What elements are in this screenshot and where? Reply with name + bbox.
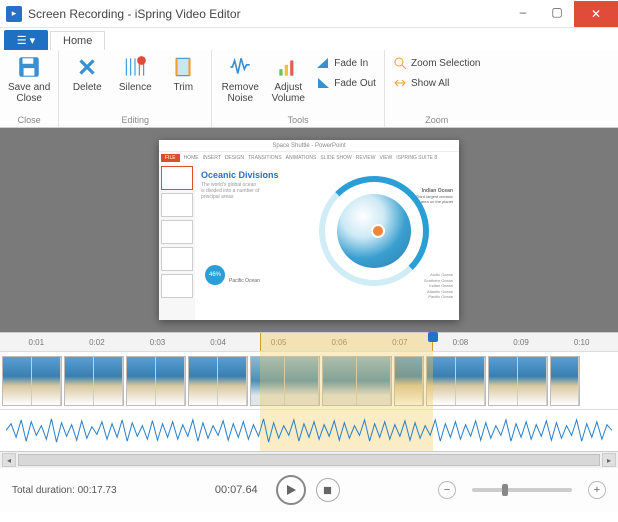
video-clip[interactable] <box>322 356 392 406</box>
group-label-editing: Editing <box>122 115 150 125</box>
video-track[interactable] <box>0 352 618 410</box>
ribbon-group-editing: Delete Silence Trim Editing <box>59 50 212 127</box>
tab-bar: ☰ ▾ Home <box>0 28 618 50</box>
video-clip[interactable] <box>394 356 424 406</box>
minimize-button[interactable]: – <box>506 1 540 23</box>
map-pin-icon <box>371 224 385 238</box>
delete-icon <box>74 54 100 80</box>
app-icon: ▸ <box>6 6 22 22</box>
silence-button[interactable]: Silence <box>115 54 155 93</box>
scroll-right-button[interactable]: ▸ <box>602 453 616 467</box>
ppt-title-bar: Space Shuttle - PowerPoint <box>159 140 459 152</box>
delete-button[interactable]: Delete <box>67 54 107 93</box>
ppt-slide: Oceanic Divisions The world's global oce… <box>195 164 459 320</box>
video-clip[interactable] <box>2 356 62 406</box>
zoom-selection-button[interactable]: Zoom Selection <box>393 54 480 72</box>
time-ruler[interactable]: 0:01 0:02 0:03 0:04 0:05 0:06 0:07 0:08 … <box>0 332 618 352</box>
ribbon-group-zoom: Zoom Selection Show All Zoom <box>385 50 488 127</box>
pacific-label: Pacific Ocean <box>229 278 260 284</box>
ppt-thumbnail-panel <box>159 164 195 320</box>
zoom-slider-thumb[interactable] <box>502 484 508 496</box>
show-all-icon <box>393 76 407 90</box>
title-bar: ▸ Screen Recording - iSpring Video Edito… <box>0 0 618 28</box>
zoom-in-button[interactable]: + <box>588 481 606 499</box>
scroll-left-button[interactable]: ◂ <box>2 453 16 467</box>
zoom-selection-icon <box>393 56 407 70</box>
zoom-out-button[interactable]: − <box>438 481 456 499</box>
trim-button[interactable]: Trim <box>163 54 203 93</box>
video-clip[interactable] <box>64 356 124 406</box>
maximize-button[interactable]: ▢ <box>540 1 574 23</box>
video-clip[interactable] <box>488 356 548 406</box>
ppt-thumb <box>161 274 193 298</box>
scroll-track[interactable] <box>18 454 600 466</box>
fade-in-icon <box>316 56 330 70</box>
volume-icon <box>275 54 301 80</box>
ppt-ribbon: FILE HOME INSERT DESIGN TRANSITIONS ANIM… <box>159 152 459 164</box>
ppt-thumb <box>161 166 193 190</box>
ppt-thumb <box>161 220 193 244</box>
timeline-selection[interactable] <box>260 333 433 351</box>
group-label-tools: Tools <box>288 115 309 125</box>
close-button[interactable]: ✕ <box>574 1 618 27</box>
show-all-button[interactable]: Show All <box>393 74 480 92</box>
window-title: Screen Recording - iSpring Video Editor <box>28 7 241 21</box>
play-button[interactable] <box>276 475 306 505</box>
stop-button[interactable] <box>316 478 340 502</box>
silence-icon <box>122 54 148 80</box>
video-clip[interactable] <box>426 356 486 406</box>
remove-noise-button[interactable]: Remove Noise <box>220 54 260 104</box>
ppt-thumb <box>161 247 193 271</box>
ribbon: Save and Close Close Delete Silence Trim… <box>0 50 618 128</box>
preview-area: Space Shuttle - PowerPoint FILE HOME INS… <box>0 128 618 332</box>
trim-icon <box>170 54 196 80</box>
noise-icon <box>227 54 253 80</box>
indian-label: Indian Ocean Third largest oceanic area … <box>413 188 453 204</box>
audio-waveform <box>6 414 612 447</box>
adjust-volume-button[interactable]: Adjust Volume <box>268 54 308 104</box>
video-clip[interactable] <box>188 356 248 406</box>
horizontal-scrollbar[interactable]: ◂ ▸ <box>0 452 618 468</box>
video-clip[interactable] <box>550 356 580 406</box>
slide-legend: Arctic Ocean Southern Ocean Indian Ocean… <box>424 272 453 300</box>
powerpoint-window: Space Shuttle - PowerPoint FILE HOME INS… <box>159 140 459 320</box>
total-duration: Total duration: 00:17.73 <box>12 485 117 496</box>
save-and-close-button[interactable]: Save and Close <box>8 54 50 104</box>
playhead[interactable] <box>428 332 438 342</box>
group-label-close: Close <box>18 115 41 125</box>
playback-controls: Total duration: 00:17.73 00:07.64 − + <box>0 468 618 512</box>
ribbon-group-close: Save and Close Close <box>0 50 59 127</box>
fade-out-button[interactable]: Fade Out <box>316 74 376 92</box>
stop-icon <box>323 486 332 495</box>
zoom-slider[interactable] <box>472 488 572 492</box>
audio-track[interactable] <box>0 410 618 452</box>
scroll-thumb[interactable] <box>18 454 600 466</box>
ppt-thumb <box>161 193 193 217</box>
file-menu-button[interactable]: ☰ ▾ <box>4 30 48 50</box>
play-icon <box>285 484 297 496</box>
fade-out-icon <box>316 76 330 90</box>
ribbon-group-tools: Remove Noise Adjust Volume Fade In Fade … <box>212 50 385 127</box>
fade-in-button[interactable]: Fade In <box>316 54 376 72</box>
video-clip[interactable] <box>250 356 320 406</box>
pacific-badge: 46% <box>205 265 225 285</box>
group-label-zoom: Zoom <box>425 115 448 125</box>
save-icon <box>16 54 42 80</box>
current-time: 00:07.64 <box>215 484 258 496</box>
tab-home[interactable]: Home <box>50 31 105 50</box>
slide-subtitle: The world's global ocean is divided into… <box>201 182 261 200</box>
video-clip[interactable] <box>126 356 186 406</box>
